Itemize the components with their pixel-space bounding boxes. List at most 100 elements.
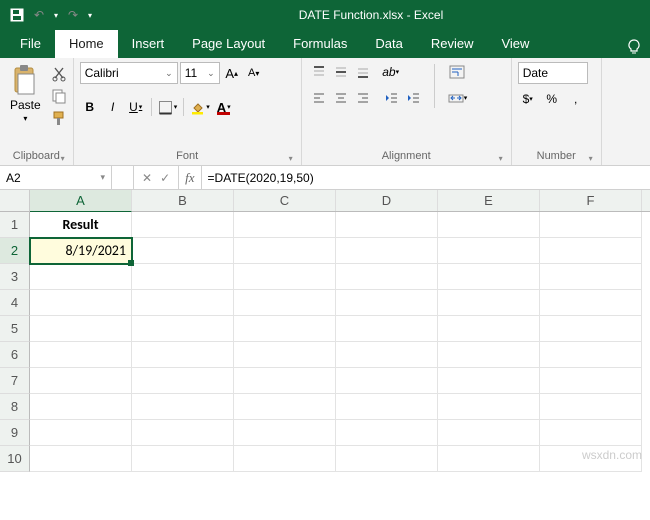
- cell-d8[interactable]: [336, 394, 438, 420]
- cell-d2[interactable]: [336, 238, 438, 264]
- cancel-formula-icon[interactable]: ✕: [142, 171, 152, 185]
- cell-a6[interactable]: [30, 342, 132, 368]
- cell-c7[interactable]: [234, 368, 336, 394]
- enter-formula-icon[interactable]: ✓: [160, 171, 170, 185]
- cell-a3[interactable]: [30, 264, 132, 290]
- cell-d10[interactable]: [336, 446, 438, 472]
- increase-font-icon[interactable]: A▴: [222, 62, 242, 84]
- tell-me-icon[interactable]: [626, 39, 642, 58]
- cell-a4[interactable]: [30, 290, 132, 316]
- row-header-1[interactable]: 1: [0, 212, 30, 238]
- cell-b6[interactable]: [132, 342, 234, 368]
- cell-c9[interactable]: [234, 420, 336, 446]
- cell-b10[interactable]: [132, 446, 234, 472]
- select-all-corner[interactable]: [0, 190, 30, 212]
- paste-dropdown-icon[interactable]: ▾: [23, 114, 27, 123]
- col-header-a[interactable]: A: [30, 190, 132, 212]
- font-color-icon[interactable]: A▾: [214, 96, 234, 118]
- cut-icon[interactable]: [51, 66, 67, 82]
- cell-c1[interactable]: [234, 212, 336, 238]
- cell-b5[interactable]: [132, 316, 234, 342]
- cell-d6[interactable]: [336, 342, 438, 368]
- cell-e9[interactable]: [438, 420, 540, 446]
- name-box[interactable]: A2▾: [0, 166, 112, 189]
- col-header-f[interactable]: F: [540, 190, 642, 211]
- cell-c2[interactable]: [234, 238, 336, 264]
- cell-f4[interactable]: [540, 290, 642, 316]
- formula-input[interactable]: =DATE(2020,19,50): [202, 166, 650, 189]
- cell-a10[interactable]: [30, 446, 132, 472]
- cell-e1[interactable]: [438, 212, 540, 238]
- format-painter-icon[interactable]: [51, 110, 67, 126]
- cell-f6[interactable]: [540, 342, 642, 368]
- cell-f1[interactable]: [540, 212, 642, 238]
- cell-f3[interactable]: [540, 264, 642, 290]
- tab-view[interactable]: View: [487, 30, 543, 58]
- cell-c3[interactable]: [234, 264, 336, 290]
- cell-f9[interactable]: [540, 420, 642, 446]
- font-size-combo[interactable]: 11⌄: [180, 62, 220, 84]
- save-icon[interactable]: [10, 8, 24, 22]
- align-bottom-icon[interactable]: [352, 62, 374, 82]
- cell-a9[interactable]: [30, 420, 132, 446]
- cell-e2[interactable]: [438, 238, 540, 264]
- cell-d7[interactable]: [336, 368, 438, 394]
- align-middle-icon[interactable]: [330, 62, 352, 82]
- tab-file[interactable]: File: [6, 30, 55, 58]
- paste-button[interactable]: Paste ▾: [6, 62, 45, 125]
- row-header-6[interactable]: 6: [0, 342, 30, 368]
- align-center-icon[interactable]: [330, 88, 352, 108]
- cell-c6[interactable]: [234, 342, 336, 368]
- cell-b7[interactable]: [132, 368, 234, 394]
- cell-f7[interactable]: [540, 368, 642, 394]
- number-format-combo[interactable]: Date: [518, 62, 588, 84]
- row-header-7[interactable]: 7: [0, 368, 30, 394]
- italic-button[interactable]: I: [103, 96, 123, 118]
- tab-page-layout[interactable]: Page Layout: [178, 30, 279, 58]
- cell-b3[interactable]: [132, 264, 234, 290]
- tab-review[interactable]: Review: [417, 30, 488, 58]
- cell-d3[interactable]: [336, 264, 438, 290]
- cell-a2[interactable]: 8/19/2021: [30, 238, 132, 264]
- undo-icon[interactable]: ↶: [32, 8, 46, 22]
- align-right-icon[interactable]: [352, 88, 374, 108]
- tab-insert[interactable]: Insert: [118, 30, 179, 58]
- currency-icon[interactable]: $▾: [518, 88, 538, 110]
- cell-a5[interactable]: [30, 316, 132, 342]
- merge-center-icon[interactable]: ▾: [445, 88, 471, 108]
- cell-a1[interactable]: Result: [30, 212, 132, 238]
- cell-d9[interactable]: [336, 420, 438, 446]
- cell-a8[interactable]: [30, 394, 132, 420]
- percent-icon[interactable]: %: [542, 88, 562, 110]
- cell-e5[interactable]: [438, 316, 540, 342]
- underline-button[interactable]: U▾: [126, 96, 146, 118]
- cell-b8[interactable]: [132, 394, 234, 420]
- cell-d5[interactable]: [336, 316, 438, 342]
- cell-d4[interactable]: [336, 290, 438, 316]
- row-header-4[interactable]: 4: [0, 290, 30, 316]
- cell-f2[interactable]: [540, 238, 642, 264]
- tab-home[interactable]: Home: [55, 30, 118, 58]
- cell-f5[interactable]: [540, 316, 642, 342]
- cell-f8[interactable]: [540, 394, 642, 420]
- col-header-b[interactable]: B: [132, 190, 234, 211]
- row-header-3[interactable]: 3: [0, 264, 30, 290]
- orientation-icon[interactable]: ab▾: [380, 62, 402, 82]
- fx-icon[interactable]: fx: [179, 166, 201, 189]
- comma-icon[interactable]: ,: [566, 88, 586, 110]
- tab-formulas[interactable]: Formulas: [279, 30, 361, 58]
- cell-c8[interactable]: [234, 394, 336, 420]
- cell-c4[interactable]: [234, 290, 336, 316]
- undo-dropdown-icon[interactable]: ▾: [54, 11, 58, 20]
- col-header-d[interactable]: D: [336, 190, 438, 211]
- cell-e8[interactable]: [438, 394, 540, 420]
- row-header-2[interactable]: 2: [0, 238, 30, 264]
- col-header-c[interactable]: C: [234, 190, 336, 211]
- align-top-icon[interactable]: [308, 62, 330, 82]
- cell-d1[interactable]: [336, 212, 438, 238]
- font-family-combo[interactable]: Calibri⌄: [80, 62, 178, 84]
- row-header-5[interactable]: 5: [0, 316, 30, 342]
- cell-a7[interactable]: [30, 368, 132, 394]
- wrap-text-icon[interactable]: [445, 62, 471, 82]
- copy-icon[interactable]: [51, 88, 67, 104]
